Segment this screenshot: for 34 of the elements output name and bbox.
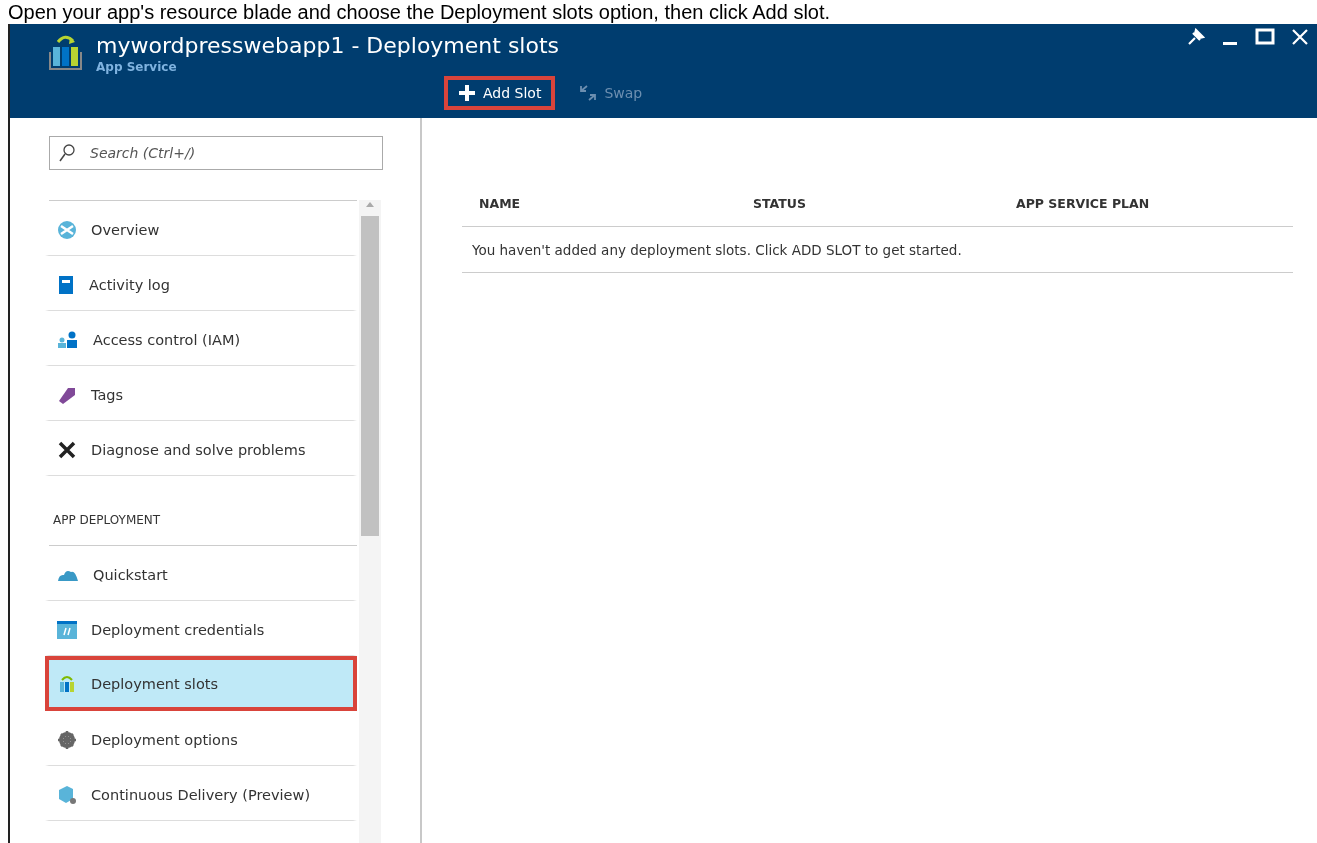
- sidebar-item[interactable]: Tags: [45, 366, 357, 421]
- sidebar-item[interactable]: Continuous Delivery (Preview): [45, 766, 357, 821]
- section-heading: APP DEPLOYMENT: [49, 476, 357, 546]
- sidebar-item[interactable]: Activity log: [45, 256, 357, 311]
- book-icon: [57, 275, 75, 295]
- sidebar-item[interactable]: Access control (IAM): [45, 311, 357, 366]
- sidebar-item[interactable]: Diagnose and solve problems: [45, 421, 357, 476]
- package-icon: [57, 785, 77, 805]
- sidebar-item[interactable]: Quickstart: [45, 546, 357, 601]
- tag-icon: [57, 385, 77, 405]
- blade-title: mywordpresswebapp1 - Deployment slots: [96, 32, 560, 60]
- gear-icon: [57, 730, 77, 750]
- people-icon: [57, 331, 79, 349]
- plus-icon: [458, 84, 476, 102]
- cloud-icon: [57, 568, 79, 582]
- search-icon: [59, 144, 75, 162]
- column-header: STATUS: [752, 195, 807, 211]
- search-field[interactable]: Search (Ctrl+/): [49, 136, 383, 170]
- caption-text: Open your app's resource blade and choose the Deployment slots option, then click Add slot.: [7, 0, 832, 24]
- blade-subtitle: App Service: [96, 60, 178, 74]
- pin-icon[interactable]: [1187, 28, 1205, 46]
- empty-message: You haven't added any deployment slots. Click ADD SLOT to get started.: [471, 241, 962, 258]
- swap-arrows-icon: [579, 85, 598, 101]
- sidebar-item[interactable]: Deployment slots: [45, 656, 357, 711]
- column-header: NAME: [478, 195, 522, 211]
- sidebar-item[interactable]: Deployment options: [45, 711, 357, 766]
- card-icon: [57, 621, 77, 639]
- close-icon[interactable]: [1291, 28, 1309, 46]
- sidebar-item[interactable]: Overview: [45, 201, 357, 256]
- scrollbar[interactable]: [359, 200, 381, 843]
- column-header: APP SERVICE PLAN: [1015, 195, 1150, 211]
- bars-icon: [57, 673, 77, 694]
- maximize-icon[interactable]: [1255, 28, 1275, 46]
- add-button[interactable]: Add Slot: [444, 76, 556, 110]
